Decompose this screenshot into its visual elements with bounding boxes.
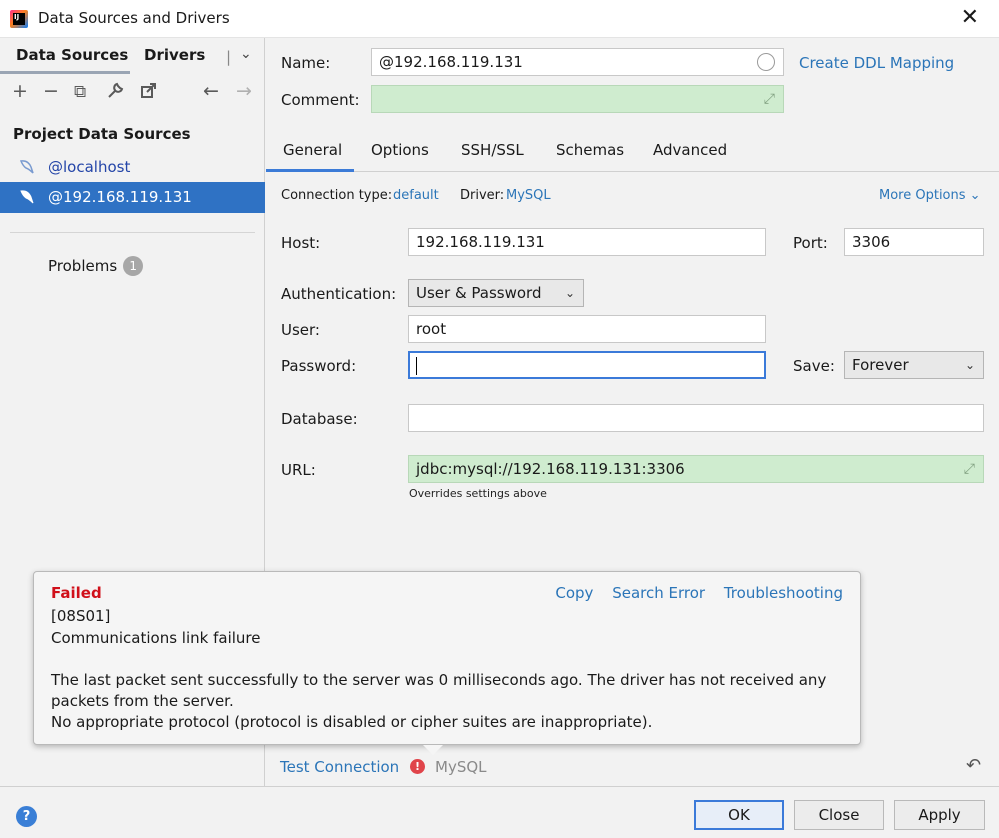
section-title: Project Data Sources [13, 125, 191, 143]
save-label: Save: [793, 357, 835, 375]
apply-button[interactable]: Apply [894, 800, 985, 830]
database-input[interactable] [408, 404, 984, 432]
text-caret [416, 357, 417, 375]
back-arrow-icon[interactable]: ← [203, 80, 219, 102]
search-error-link[interactable]: Search Error [612, 584, 705, 602]
chevron-down-icon[interactable]: ⌄ [240, 46, 252, 62]
connection-type-label: Connection type: [281, 188, 393, 203]
url-input[interactable]: jdbc:mysql://192.168.119.131:3306 ⤢ [408, 455, 984, 483]
save-select[interactable]: Forever ⌄ [844, 351, 984, 379]
ok-button[interactable]: OK [694, 800, 784, 830]
driver-name: MySQL [435, 758, 487, 776]
chevron-down-icon: ⌄ [969, 188, 981, 203]
active-tab-underline [0, 71, 130, 74]
host-input[interactable]: 192.168.119.131 [408, 228, 766, 256]
create-ddl-mapping-link[interactable]: Create DDL Mapping [799, 54, 954, 72]
bottom-bar: ? OK Close Apply [0, 786, 999, 838]
error-detail: No appropriate protocol (protocol is dis… [51, 713, 653, 731]
copy-link[interactable]: Copy [555, 584, 593, 602]
driver-label: Driver: [460, 188, 505, 203]
mysql-dolphin-icon [19, 152, 35, 186]
host-label: Host: [281, 234, 321, 252]
port-label: Port: [793, 234, 828, 252]
chevron-down-icon: ⌄ [564, 286, 575, 300]
window-title: Data Sources and Drivers [38, 9, 230, 27]
save-value: Forever [852, 356, 909, 374]
connection-type-link[interactable]: default [393, 188, 439, 203]
authentication-label: Authentication: [281, 285, 397, 303]
tab-separator: | [226, 48, 232, 66]
authentication-value: User & Password [416, 284, 542, 302]
expand-icon[interactable]: ⤢ [764, 86, 775, 112]
tab-ssh-ssl[interactable]: SSH/SSL [461, 141, 524, 159]
comment-label: Comment: [281, 91, 360, 109]
title-bar: IJ Data Sources and Drivers ✕ [0, 0, 999, 38]
problems-label: Problems [48, 257, 118, 275]
database-label: Database: [281, 410, 358, 428]
name-input[interactable]: @192.168.119.131 [371, 48, 784, 76]
tabs-divider [266, 171, 999, 172]
error-detail: The last packet sent successfully to the… [51, 671, 827, 689]
error-summary: Communications link failure [51, 629, 261, 647]
problems-item[interactable]: Problems 1 [48, 256, 144, 276]
remove-icon[interactable]: − [43, 80, 59, 102]
user-label: User: [281, 321, 320, 339]
close-icon[interactable]: ✕ [961, 5, 979, 31]
revert-icon[interactable]: ↶ [966, 755, 981, 776]
forward-arrow-icon[interactable]: → [236, 80, 252, 102]
navigate-icon[interactable] [140, 82, 157, 104]
error-popup: Failed [08S01] Communications link failu… [33, 571, 861, 745]
tree-item-192-168-119-131[interactable]: @192.168.119.131 [0, 182, 265, 213]
app-logo-icon: IJ [10, 10, 28, 28]
help-icon[interactable]: ? [16, 806, 37, 827]
error-detail: packets from the server. [51, 692, 234, 710]
tab-drivers[interactable]: Drivers [144, 46, 205, 64]
user-input[interactable]: root [408, 315, 766, 343]
test-connection-link[interactable]: Test Connection [280, 758, 399, 776]
comment-input[interactable]: ⤢ [371, 85, 784, 113]
duplicate-icon[interactable]: ⧉ [74, 82, 86, 102]
chevron-down-icon: ⌄ [964, 358, 975, 372]
expand-icon[interactable]: ⤢ [964, 456, 975, 482]
more-options-link[interactable]: More Options ⌄ [879, 188, 981, 203]
tab-options[interactable]: Options [371, 141, 429, 159]
password-label: Password: [281, 357, 357, 375]
more-options-label: More Options [879, 188, 966, 203]
name-value: @192.168.119.131 [379, 53, 523, 71]
tree-item-label: @localhost [48, 158, 131, 176]
close-button[interactable]: Close [794, 800, 884, 830]
problems-count-badge: 1 [123, 256, 144, 276]
driver-link[interactable]: MySQL [506, 188, 551, 203]
tree-item-localhost[interactable]: @localhost [0, 152, 265, 183]
divider [10, 232, 255, 233]
tab-data-sources[interactable]: Data Sources [16, 46, 128, 64]
password-input[interactable] [408, 351, 766, 379]
active-tab-underline [266, 169, 354, 172]
tab-general[interactable]: General [283, 141, 342, 159]
url-note: Overrides settings above [409, 487, 547, 500]
error-status: Failed [51, 584, 102, 602]
popup-pointer [423, 745, 443, 755]
color-picker-icon[interactable] [757, 53, 775, 71]
tree-item-label: @192.168.119.131 [48, 188, 192, 206]
error-actions: Copy Search Error Troubleshooting [541, 584, 843, 602]
tab-schemas[interactable]: Schemas [556, 141, 624, 159]
tab-advanced[interactable]: Advanced [653, 141, 727, 159]
troubleshooting-link[interactable]: Troubleshooting [724, 584, 843, 602]
mysql-dolphin-icon [19, 182, 35, 216]
wrench-icon[interactable] [106, 82, 124, 104]
url-label: URL: [281, 461, 316, 479]
error-icon: ! [410, 759, 425, 774]
add-icon[interactable]: + [12, 80, 28, 102]
authentication-select[interactable]: User & Password ⌄ [408, 279, 584, 307]
port-input[interactable]: 3306 [844, 228, 984, 256]
name-label: Name: [281, 54, 331, 72]
url-value: jdbc:mysql://192.168.119.131:3306 [416, 460, 685, 478]
error-code: [08S01] [51, 607, 111, 625]
